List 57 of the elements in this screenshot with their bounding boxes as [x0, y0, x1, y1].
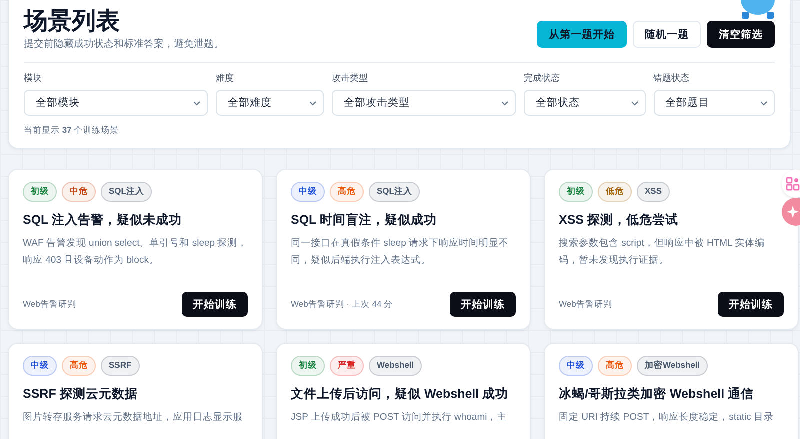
- tag: SQL注入: [369, 182, 420, 202]
- tag: 中危: [62, 182, 96, 202]
- result-count: 当前显示 37 个训练场景: [24, 125, 120, 137]
- card-description: WAF 告警发现 union select、单引号和 sleep 探测，响应 403 且设备动作为 block。: [23, 237, 248, 268]
- page-subtitle: 提交前隐藏成功状态和标准答案，避免泄题。: [24, 38, 224, 51]
- tag: 高危: [62, 356, 96, 376]
- filter-label: 错题状态: [654, 72, 691, 85]
- card-title: 文件上传后访问，疑似 Webshell 成功: [291, 386, 510, 403]
- header-button[interactable]: 随机一题: [633, 21, 701, 48]
- tag: 加密Webshell: [637, 356, 708, 376]
- page-title: 场景列表: [24, 7, 121, 37]
- card-title: SQL 时间盲注，疑似成功: [291, 212, 438, 229]
- chevron-icon: [501, 100, 510, 106]
- chevron-icon: [193, 100, 202, 106]
- card-description: 固定 URI 持续 POST，响应长度稳定，static 目录: [559, 411, 775, 425]
- tag: 严重: [330, 356, 364, 376]
- tag: 中级: [559, 356, 593, 376]
- tag: XSS: [637, 182, 670, 202]
- chevron-icon: [308, 100, 317, 106]
- filter-label: 难度: [216, 72, 236, 85]
- header-button[interactable]: 清空筛选: [707, 21, 775, 48]
- tag: 中级: [291, 182, 325, 202]
- filter-label: 完成状态: [524, 72, 562, 85]
- filter-select[interactable]: 全部状态: [524, 90, 646, 116]
- card-description: JSP 上传成功后被 POST 访问并执行 whoami，主: [291, 411, 508, 425]
- header-button[interactable]: 从第一题开始: [537, 21, 627, 48]
- tag: 高危: [330, 182, 364, 202]
- tag: 初级: [559, 182, 593, 202]
- tag: Webshell: [369, 356, 422, 376]
- filter-label: 模块: [24, 72, 43, 85]
- card-meta: Web告警研判: [559, 298, 612, 310]
- card-title: XSS 探测，低危尝试: [559, 212, 680, 229]
- filter-select[interactable]: 全部攻击类型: [332, 90, 516, 116]
- start-button[interactable]: 开始训练: [182, 292, 248, 317]
- card-description: 搜索参数包含 script，但响应中被 HTML 实体编码，暂未发现执行证据。: [559, 237, 766, 268]
- filter-select[interactable]: 全部题目: [654, 90, 776, 116]
- tag: SQL注入: [101, 182, 152, 202]
- tag: 中级: [23, 356, 57, 376]
- card-meta: Web告警研判: [23, 298, 76, 310]
- chevron-icon: [630, 100, 639, 106]
- filter-select[interactable]: 全部难度: [216, 90, 324, 116]
- start-button[interactable]: 开始训练: [718, 292, 784, 317]
- filter-label: 攻击类型: [332, 72, 369, 85]
- card-description: 图片转存服务请求云元数据地址，应用日志显示服: [23, 411, 244, 425]
- card-meta: Web告警研判 · 上次 44 分: [291, 298, 394, 310]
- card-title: SQL 注入告警，疑似未成功: [23, 212, 183, 229]
- chevron-icon: [760, 100, 768, 106]
- card-title: SSRF 探测云元数据: [23, 386, 139, 403]
- tag: 低危: [598, 182, 632, 202]
- tag: SSRF: [101, 356, 140, 376]
- filter-select[interactable]: 全部模块: [24, 90, 208, 116]
- tag: 初级: [23, 182, 57, 202]
- tag: 初级: [291, 356, 325, 376]
- tag: 高危: [598, 356, 632, 376]
- card-title: 冰蝎/哥斯拉类加密 Webshell 通信: [559, 386, 756, 403]
- card-description: 同一接口在真假条件 sleep 请求下响应时间明显不同，疑似后端执行注入表达式。: [291, 237, 510, 268]
- start-button[interactable]: 开始训练: [450, 292, 516, 317]
